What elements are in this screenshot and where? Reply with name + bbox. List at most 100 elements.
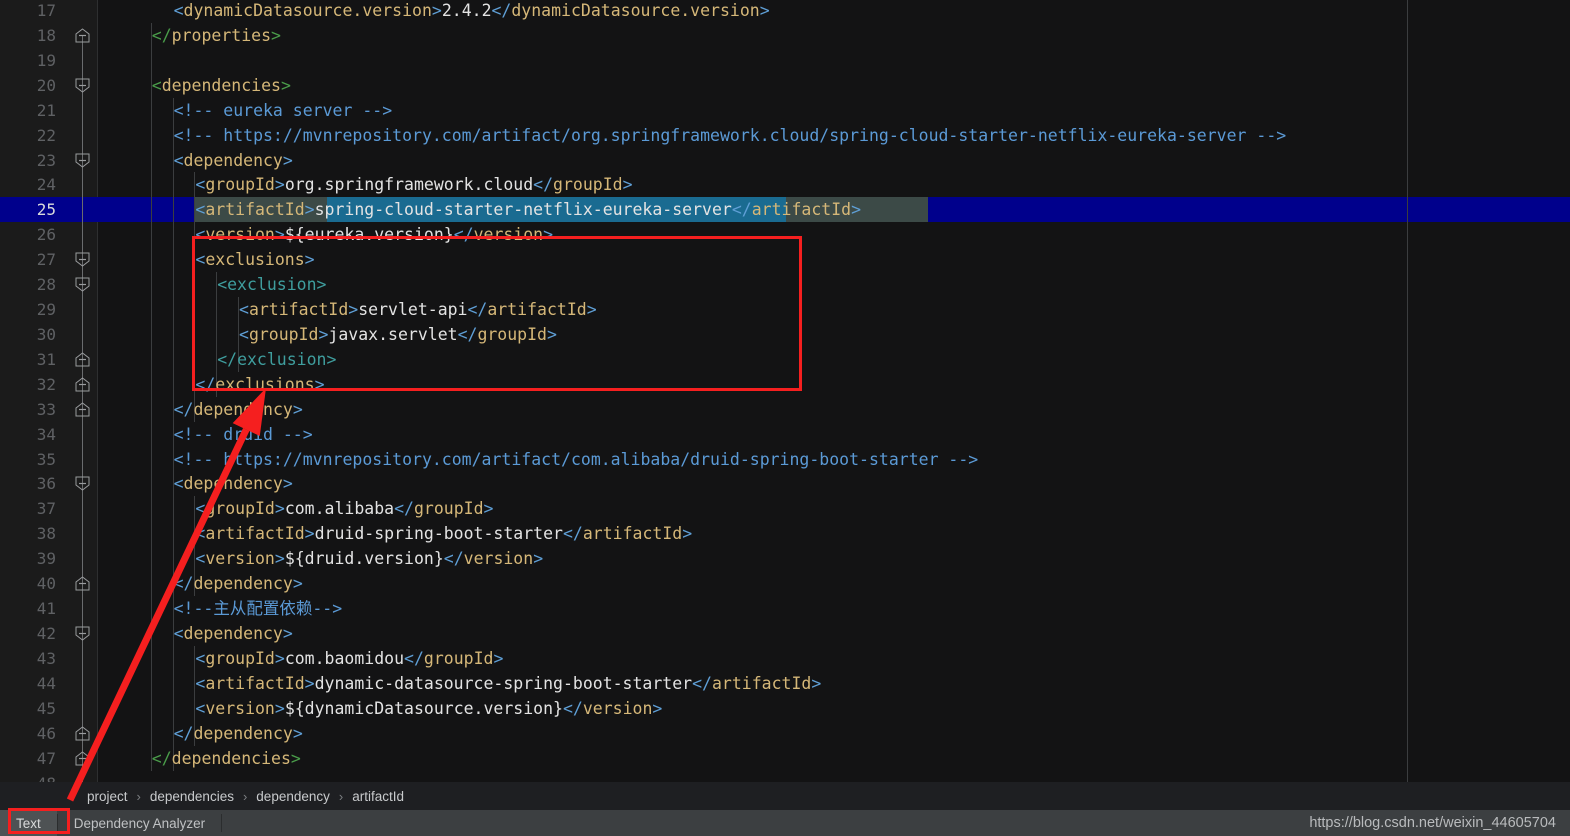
line-number: 24: [36, 175, 56, 195]
code-token: <!-- https://mvnrepository.com/artifact/…: [173, 449, 979, 469]
code-token: <!-- eureka server -->: [173, 100, 393, 120]
code-token: </: [394, 499, 414, 519]
code-token: <: [151, 75, 162, 95]
breadcrumb-separator-icon: ›: [242, 788, 248, 804]
code-token: </: [692, 673, 712, 693]
code-token: </: [443, 549, 464, 569]
code-token: <: [173, 624, 184, 643]
fold-end-icon[interactable]: [75, 402, 90, 417]
code-token: </: [173, 399, 194, 419]
line-number: 29: [36, 300, 56, 320]
code-token: <: [195, 698, 206, 718]
code-token: >: [493, 648, 504, 668]
fold-start-icon[interactable]: [75, 78, 90, 93]
code-token: <: [239, 300, 249, 320]
code-token: artifactId: [711, 673, 812, 693]
breadcrumb-item-dependencies[interactable]: dependencies: [147, 789, 237, 804]
code-editor[interactable]: 17 <dynamicDatasource.version>2.4.2</dyna…: [0, 0, 1570, 782]
line-number: 20: [36, 75, 56, 95]
code-token: artifactId: [205, 524, 305, 544]
code-token: >: [314, 374, 325, 394]
code-token: groupId: [477, 324, 547, 344]
code-token: version: [205, 225, 275, 245]
fold-start-icon[interactable]: [75, 252, 90, 267]
code-token: <: [239, 324, 249, 344]
code-token: >: [282, 474, 293, 494]
code-token: dependency: [193, 574, 293, 594]
fold-end-icon[interactable]: [75, 726, 90, 741]
code-token: </: [467, 300, 488, 320]
line-number: 38: [36, 524, 56, 544]
code-line: <dependency>: [174, 148, 293, 173]
code-token: groupId: [413, 499, 484, 519]
fold-start-icon[interactable]: [75, 277, 90, 292]
code-token: >: [282, 150, 293, 170]
line-number: 33: [36, 399, 56, 419]
breadcrumb[interactable]: project › dependencies › dependency › artifact…: [0, 782, 1570, 810]
fold-start-icon[interactable]: [75, 476, 90, 492]
fold-end-icon[interactable]: [75, 750, 90, 766]
code-token: >: [622, 175, 633, 195]
code-token: 2.4.2: [441, 1, 492, 20]
line-number: 25: [36, 200, 56, 220]
code-line: <exclusions>: [195, 247, 314, 272]
code-token: artifactId: [751, 200, 852, 220]
code-token: groupId: [205, 499, 275, 519]
code-token: >: [304, 200, 315, 220]
code-token: <: [195, 673, 206, 693]
tab-dependency-analyzer[interactable]: Dependency Analyzer: [58, 810, 221, 836]
code-token: exclusion: [237, 349, 327, 369]
code-line: <!-- druid -->: [174, 422, 313, 447]
line-number: 40: [36, 574, 56, 594]
code-line: <artifactId>druid-spring-boot-starter</a…: [195, 521, 692, 546]
code-token: <: [173, 1, 184, 20]
code-token: >: [274, 225, 285, 245]
fold-end-icon[interactable]: [75, 28, 90, 43]
code-token: servlet-api: [358, 300, 468, 320]
line-number: 27: [36, 250, 56, 270]
indent-guide: [150, 22, 152, 771]
line-number: 30: [36, 324, 56, 344]
code-token: </: [173, 574, 194, 594]
watermark-url: https://blog.csdn.net/weixin_44605704: [1309, 815, 1556, 831]
code-token: version: [205, 698, 275, 718]
line-number: 23: [36, 150, 56, 170]
code-line: <dependency>: [174, 621, 293, 646]
code-line: <groupId>org.springframework.cloud</grou…: [195, 172, 632, 197]
tab-text[interactable]: Text: [0, 810, 57, 836]
fold-end-icon[interactable]: [75, 576, 90, 591]
code-line: <!-- https://mvnrepository.com/artifact/…: [174, 123, 1287, 148]
code-token: artifactId: [205, 673, 305, 693]
code-token: >: [290, 748, 301, 768]
breadcrumb-item-dependency[interactable]: dependency: [253, 789, 333, 804]
code-token: >: [304, 524, 315, 544]
line-number: 28: [36, 275, 56, 295]
code-line: <version>${dynamicDatasource.version}</v…: [195, 696, 662, 721]
breadcrumb-separator-icon: ›: [338, 788, 344, 804]
breadcrumb-item-project[interactable]: project: [84, 789, 131, 804]
breadcrumb-item-artifactid[interactable]: artifactId: [349, 789, 407, 804]
fold-start-icon[interactable]: [75, 626, 90, 641]
fold-start-icon[interactable]: [75, 153, 90, 168]
fold-end-icon[interactable]: [75, 377, 90, 392]
code-token: >: [292, 723, 303, 743]
code-token: >: [292, 399, 303, 419]
code-token: </: [453, 225, 474, 245]
code-token: dynamicDatasource.version: [183, 1, 432, 20]
line-number: 36: [36, 474, 56, 494]
code-token: <!-- druid -->: [173, 424, 313, 444]
code-token: spring-cloud-starter-netflix-eureka-serv…: [314, 200, 732, 220]
code-token: </: [562, 698, 583, 718]
code-token: groupId: [205, 175, 275, 195]
code-token: >: [483, 499, 494, 519]
code-line: <groupId>javax.servlet</groupId>: [239, 322, 557, 347]
code-token: dynamic-datasource-spring-boot-starter: [314, 673, 693, 693]
code-token: version: [582, 698, 653, 718]
line-number: 43: [36, 648, 56, 668]
code-line: </dependency>: [174, 721, 303, 746]
line-number: 42: [36, 624, 56, 643]
code-token: groupId: [423, 648, 494, 668]
line-number: 45: [36, 698, 56, 718]
fold-end-icon[interactable]: [75, 352, 90, 367]
code-token: >: [280, 75, 291, 95]
